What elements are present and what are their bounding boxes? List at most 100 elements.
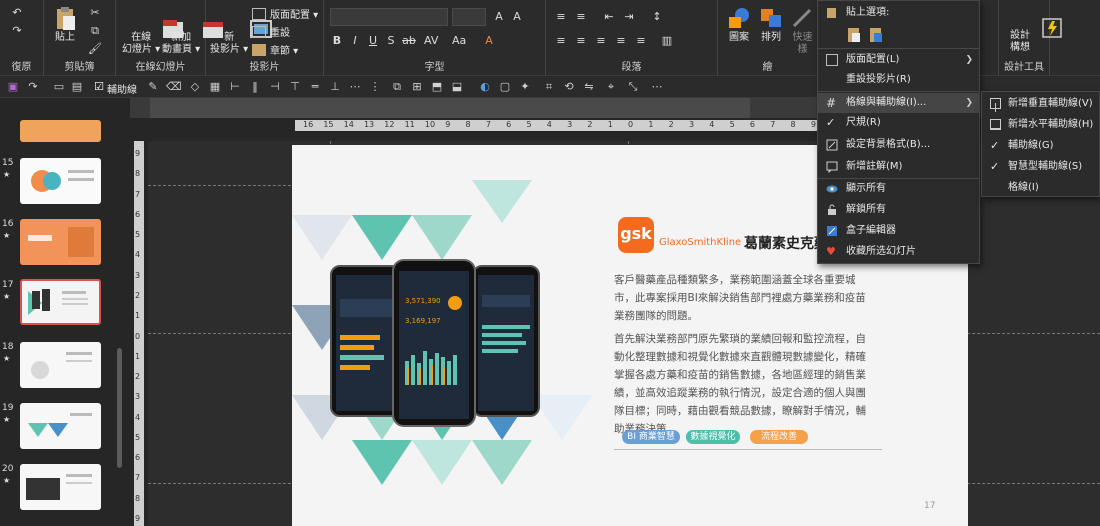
menu-reset-slide[interactable]: 重設投影片(R) <box>818 70 979 90</box>
increase-indent-icon[interactable]: ⇥ <box>622 10 636 24</box>
outline-icon[interactable]: ▢ <box>498 80 512 94</box>
ungroup-icon[interactable]: ⊞ <box>410 80 424 94</box>
crop2-icon[interactable]: ⌖ <box>604 80 618 94</box>
thumbnail-17-selected[interactable] <box>20 279 101 325</box>
guides-checkbox-icon[interactable]: ☑ <box>92 80 106 94</box>
panel-scrollbar[interactable] <box>117 348 122 468</box>
thumbnail-20[interactable] <box>20 464 101 510</box>
align-center-icon[interactable]: ≡ <box>574 34 588 48</box>
submenu-add-horizontal-guide[interactable]: 新增水平輔助線(H) <box>982 114 1099 135</box>
slideshow-icon[interactable]: ▤ <box>70 80 84 94</box>
align-bottom-qat-icon[interactable]: ⊥ <box>328 80 342 94</box>
distributed-icon[interactable]: ≡ <box>634 34 648 48</box>
font-color-icon[interactable]: A <box>482 34 496 48</box>
menu-favorite-slides[interactable]: ♥ 收藏所选幻灯片 <box>818 242 979 262</box>
paste-picture-icon[interactable] <box>868 26 884 44</box>
rotate-icon[interactable]: ⟲ <box>562 80 576 94</box>
thumbnail-16[interactable] <box>20 219 101 265</box>
menu-format-background[interactable]: 設定背景格式(B)... <box>818 135 979 155</box>
change-case-icon[interactable]: Aa <box>452 34 466 48</box>
submenu-gridlines[interactable]: 格線(I) <box>982 177 1099 198</box>
eraser-icon[interactable]: ⌫ <box>166 80 182 94</box>
save-icon[interactable]: ▣ <box>6 80 20 94</box>
fill-color-icon[interactable]: ◐ <box>478 80 492 94</box>
thumbnail-star: ★ <box>3 231 11 240</box>
align-middle-qat-icon[interactable]: ═ <box>308 80 322 94</box>
numbering-icon[interactable]: ≡ <box>574 10 588 24</box>
line-spacing-icon[interactable]: ↕ <box>650 10 664 24</box>
redo-icon[interactable]: ↷ <box>10 24 24 38</box>
font-size-combo[interactable] <box>452 8 486 26</box>
redo-small-icon[interactable]: ↷ <box>26 80 40 94</box>
submenu-guides[interactable]: ✓ 輔助線(G) <box>982 135 1099 156</box>
arrange-button[interactable]: 排列 <box>758 6 784 44</box>
submenu-add-vertical-guide[interactable]: 新增垂直輔助線(V) <box>982 93 1099 114</box>
char-spacing-icon[interactable]: AV <box>424 34 438 48</box>
pen-icon[interactable]: ✎ <box>146 80 160 94</box>
present-icon[interactable]: ▭ <box>52 80 66 94</box>
justify-icon[interactable]: ≡ <box>614 34 628 48</box>
group-icon[interactable]: ⧉ <box>390 80 404 94</box>
table-icon[interactable]: ▦ <box>208 80 222 94</box>
menu-new-comment[interactable]: 新增註解(M) <box>818 157 979 177</box>
bullets-icon[interactable]: ≡ <box>554 10 568 24</box>
bring-forward-icon[interactable]: ⬒ <box>430 80 444 94</box>
menu-show-all[interactable]: 顯示所有 <box>818 179 979 199</box>
decrease-indent-icon[interactable]: ⇤ <box>602 10 616 24</box>
columns-icon[interactable]: ▥ <box>660 34 674 48</box>
thumbnail-18[interactable] <box>20 342 101 388</box>
resize-icon[interactable]: ⤡ <box>626 80 640 94</box>
strikethrough-icon[interactable]: ab <box>402 34 416 48</box>
menu-ruler[interactable]: ✓ 尺規(R) <box>818 113 979 133</box>
send-backward-icon[interactable]: ⬓ <box>450 80 464 94</box>
menu-grid-guides[interactable]: # 格線與輔助線(I)... ❯ <box>818 93 979 113</box>
thumbnail-15[interactable] <box>20 158 101 204</box>
online-slides-group: 在線 幻燈片 ▾ 新加 動畫頁 ▾ 在線幻燈片 <box>116 0 223 76</box>
guides-qat-label[interactable]: 輔助線 <box>107 81 137 96</box>
submenu-smart-guides[interactable]: ✓ 智慧型輔助線(S) <box>982 156 1099 177</box>
undo-icon[interactable]: ↶ <box>10 6 24 20</box>
distribute-v-icon[interactable]: ⋮ <box>368 80 382 94</box>
menu-box-editor[interactable]: 盒子編輯器 <box>818 221 979 241</box>
flip-icon[interactable]: ⇋ <box>582 80 596 94</box>
thumbnail-19[interactable] <box>20 403 101 449</box>
bold-icon[interactable]: B <box>330 34 344 48</box>
menu-unlock-all[interactable]: 解鎖所有 <box>818 200 979 220</box>
thumbnail-14-partial[interactable] <box>20 120 101 142</box>
font-name-combo[interactable] <box>330 8 448 26</box>
quick-styles-button[interactable]: 快速樣 <box>788 6 817 56</box>
shrink-font-icon[interactable]: A <box>510 10 524 24</box>
menu-layout[interactable]: 版面配置(L) ❯ <box>818 50 979 70</box>
slide-paragraph-2[interactable]: 首先解決業務部門原先繁瑣的業績回報和監控流程，自動化整理數據和視覺化數據來直觀體… <box>614 330 874 438</box>
align-right-qat-icon[interactable]: ⊣ <box>268 80 282 94</box>
add-animation-button[interactable]: 新加 動畫頁 ▾ <box>162 6 223 56</box>
paste-keep-source-icon[interactable] <box>846 26 862 44</box>
crop-icon[interactable]: ⌗ <box>542 80 556 94</box>
italic-icon[interactable]: I <box>348 34 362 48</box>
more-qat-icon[interactable]: ⋯ <box>650 80 664 94</box>
slide-title[interactable]: 葛蘭素史克藥 <box>744 233 828 253</box>
align-center-qat-icon[interactable]: ‖ <box>248 80 262 94</box>
align-left-icon[interactable]: ≡ <box>554 34 568 48</box>
online-slides-button[interactable]: 在線 幻燈片 ▾ <box>122 6 183 56</box>
layout-button[interactable]: 版面配置 ▾ <box>252 6 318 21</box>
shadow-icon[interactable]: S <box>384 34 398 48</box>
cut-icon[interactable]: ✂ <box>88 6 102 20</box>
section-button[interactable]: 章節 ▾ <box>252 42 298 57</box>
grow-font-icon[interactable]: A <box>492 10 506 24</box>
paste-button[interactable]: 貼上 <box>52 6 78 44</box>
slide-paragraph-1[interactable]: 客戶醫藥產品種類繁多，業務範圍涵蓋全球各重要城市，此專案採用BI來解決銷售部門裡… <box>614 271 874 325</box>
distribute-h-icon[interactable]: ⋯ <box>348 80 362 94</box>
reset-button[interactable]: 重設 <box>252 24 290 39</box>
align-right-icon[interactable]: ≡ <box>594 34 608 48</box>
new-slide-button[interactable]: 新 投影片 ▾ <box>210 6 272 56</box>
design-ideas-button[interactable]: 設計 構想 <box>1007 4 1062 54</box>
shape-tool-icon[interactable]: ◇ <box>188 80 202 94</box>
shapes-button[interactable]: 圖案 <box>726 6 752 44</box>
align-top-qat-icon[interactable]: ⊤ <box>288 80 302 94</box>
format-painter-icon[interactable]: 🖌 <box>88 42 102 56</box>
effects-icon[interactable]: ✦ <box>518 80 532 94</box>
copy-icon[interactable]: ⧉ <box>88 24 102 38</box>
underline-icon[interactable]: U <box>366 34 380 48</box>
align-left-qat-icon[interactable]: ⊢ <box>228 80 242 94</box>
